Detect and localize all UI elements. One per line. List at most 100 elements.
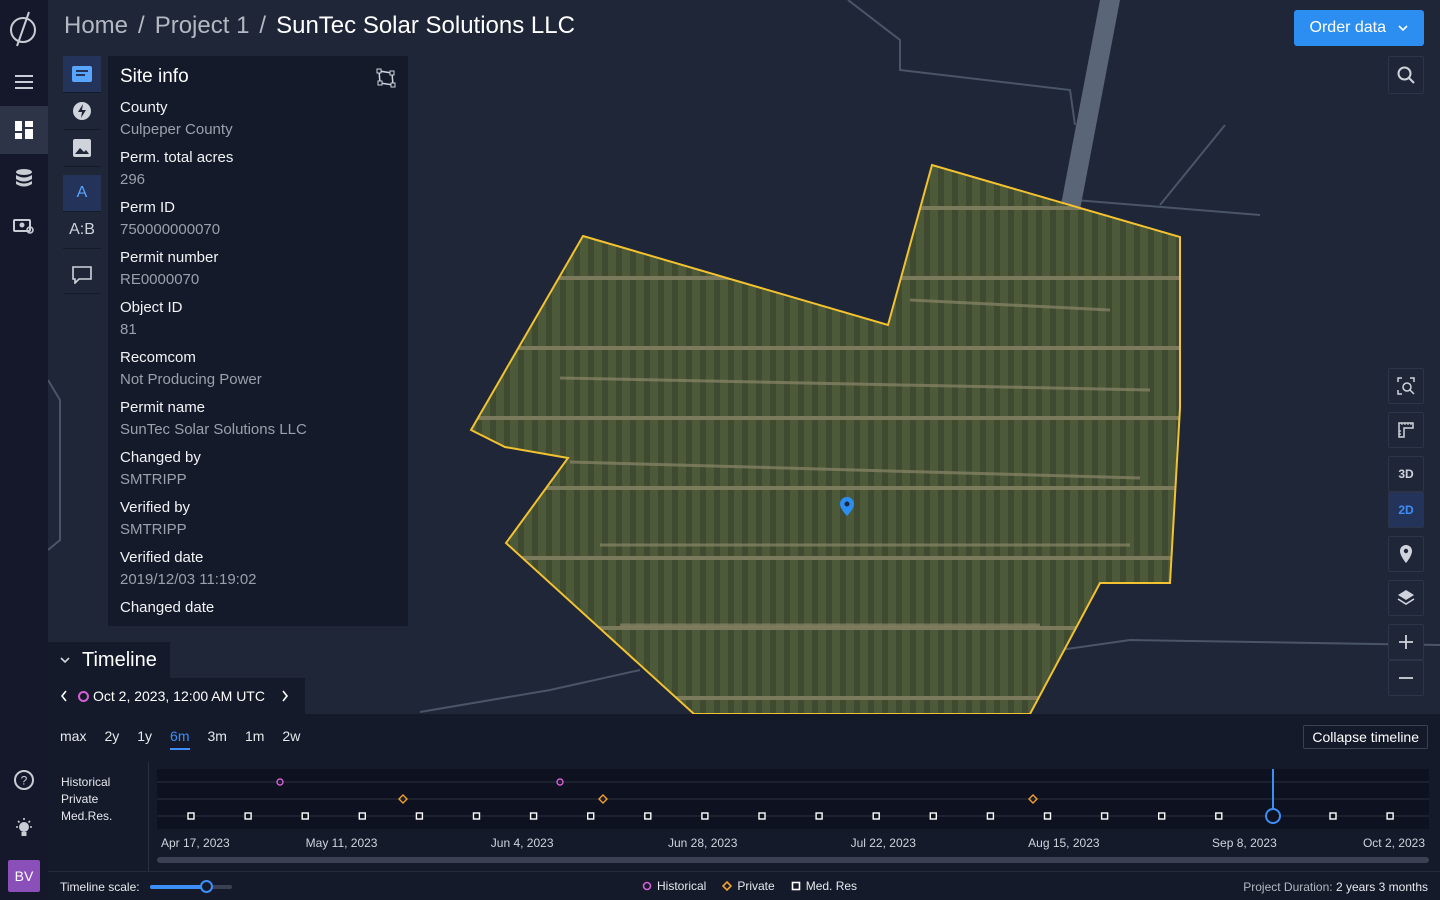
historical-dot-icon (78, 690, 89, 702)
search-icon[interactable] (1388, 56, 1424, 94)
site-info-field: Object ID 81 (120, 298, 396, 340)
track-labels: Historical Private Med.Res. (48, 762, 149, 872)
medres-marker[interactable] (872, 812, 880, 820)
field-value: 296 (120, 171, 146, 188)
user-avatar[interactable]: BV (8, 860, 40, 892)
legend-historical-label: Historical (657, 879, 707, 893)
edit-polygon-icon[interactable] (376, 68, 396, 88)
medres-marker[interactable] (244, 812, 252, 820)
chevron-right-icon[interactable] (281, 690, 289, 702)
timeline-scrollbar[interactable] (157, 857, 1429, 863)
medres-marker[interactable] (986, 812, 995, 820)
field-label: Permit name (120, 399, 206, 416)
track-label-historical: Historical (61, 775, 111, 789)
track-label-medres: Med.Res. (61, 809, 113, 823)
zoom-out-icon[interactable] (1388, 660, 1424, 696)
medres-marker[interactable] (415, 812, 424, 820)
site-info-fields: County Culpeper County Perm. total acres 29… (120, 98, 396, 618)
site-info-icon[interactable] (63, 56, 101, 93)
site-info-title: Site info (120, 66, 189, 87)
image-search-icon[interactable] (0, 202, 48, 250)
zoom-area-icon[interactable] (1388, 368, 1424, 404)
breadcrumb-project[interactable]: Project 1 (155, 12, 250, 40)
range-tab-2w[interactable]: 2w (282, 728, 300, 750)
single-view-button[interactable]: A (63, 175, 101, 212)
timeline-scale-slider[interactable] (150, 880, 232, 893)
measure-icon[interactable] (1388, 412, 1424, 448)
field-label: Recomcom (120, 349, 196, 366)
chevron-down-icon (1398, 25, 1408, 31)
range-tab-2y[interactable]: 2y (104, 728, 119, 750)
medres-marker[interactable] (301, 812, 309, 820)
timeline-cursor-handle[interactable] (1265, 808, 1281, 824)
legend-medres-label: Med. Res (805, 879, 858, 893)
medres-marker[interactable] (644, 812, 652, 820)
site-info-field: Permit name SunTec Solar Solutions LLC (120, 398, 396, 440)
field-value: 750000000070 (120, 221, 221, 238)
breadcrumb-current: SunTec Solar Solutions LLC (276, 12, 575, 39)
project-duration: Project Duration: 2 years 3 months (1243, 880, 1428, 894)
medres-marker[interactable] (1043, 812, 1052, 820)
site-info-field: Perm. total acres 296 (120, 148, 396, 190)
legend-private-label: Private (737, 879, 775, 893)
field-label: Verified by (120, 499, 191, 516)
historical-circle-icon (642, 881, 652, 891)
energy-icon[interactable] (63, 93, 101, 130)
timeline-track[interactable] (157, 769, 1429, 829)
medres-square-icon (791, 881, 801, 891)
chevron-left-icon[interactable] (60, 690, 68, 702)
medres-marker[interactable] (1215, 812, 1223, 820)
collapse-timeline-button[interactable]: Collapse timeline (1303, 725, 1428, 749)
field-label: Verified date (120, 549, 204, 566)
dashboard-icon[interactable] (0, 106, 48, 154)
breadcrumb-home[interactable]: Home (64, 12, 128, 40)
axis-date-label: May 11, 2023 (306, 836, 378, 850)
zoom-in-icon[interactable] (1388, 624, 1424, 660)
timeline-date-nav: Oct 2, 2023, 12:00 AM UTC (48, 678, 305, 714)
timeline-toggle[interactable]: Timeline (48, 642, 170, 678)
medres-marker[interactable] (1386, 812, 1394, 820)
site-boundary[interactable] (469, 163, 1181, 714)
menu-icon[interactable] (0, 58, 48, 106)
medres-marker[interactable] (529, 812, 538, 820)
medres-marker[interactable] (1100, 812, 1109, 820)
order-data-button[interactable]: Order data (1293, 10, 1424, 46)
axis-date-label: Oct 2, 2023 (1363, 836, 1425, 850)
field-label: Changed by (120, 449, 201, 466)
breadcrumb-separator: / (259, 12, 267, 39)
axis-date-label: Aug 15, 2023 (1028, 836, 1100, 850)
medres-marker[interactable] (358, 812, 367, 820)
chevron-down-icon (60, 657, 70, 663)
layers-icon[interactable] (1388, 580, 1424, 616)
range-tab-6m[interactable]: 6m (170, 728, 190, 750)
imagery-icon[interactable] (63, 130, 101, 167)
compare-view-button[interactable]: A:B (63, 212, 101, 249)
range-tab-1y[interactable]: 1y (137, 728, 152, 750)
view-3d-button[interactable]: 3D (1388, 456, 1424, 492)
view-2d-button[interactable]: 2D (1388, 492, 1424, 528)
breadcrumb-separator: / (138, 12, 145, 39)
lightbulb-icon[interactable] (0, 804, 48, 852)
timeline-footer: Timeline scale: Historical Private Med. … (48, 871, 1440, 900)
medres-marker[interactable] (758, 812, 766, 820)
medres-marker[interactable] (929, 812, 937, 820)
help-icon[interactable]: ? (0, 756, 48, 804)
medres-marker[interactable] (187, 812, 195, 820)
medres-marker[interactable] (701, 812, 709, 820)
slider-knob[interactable] (199, 880, 213, 893)
medres-marker[interactable] (587, 812, 595, 820)
medres-marker[interactable] (1158, 812, 1166, 820)
axis-date-label: Jul 22, 2023 (851, 836, 917, 850)
location-pin-icon[interactable] (1388, 536, 1424, 572)
timeline-scale-label: Timeline scale: (60, 880, 140, 894)
comment-icon[interactable] (63, 257, 101, 294)
range-tab-1m[interactable]: 1m (245, 728, 264, 750)
medres-marker[interactable] (1329, 812, 1337, 820)
medres-marker[interactable] (472, 812, 481, 820)
site-info-field: Verified date 2019/12/03 11:19:02 (120, 548, 396, 590)
medres-marker[interactable] (815, 812, 823, 820)
range-tab-max[interactable]: max (60, 728, 86, 750)
database-icon[interactable] (0, 154, 48, 202)
range-tab-3m[interactable]: 3m (208, 728, 227, 750)
project-duration-label: Project Duration: (1243, 880, 1333, 894)
